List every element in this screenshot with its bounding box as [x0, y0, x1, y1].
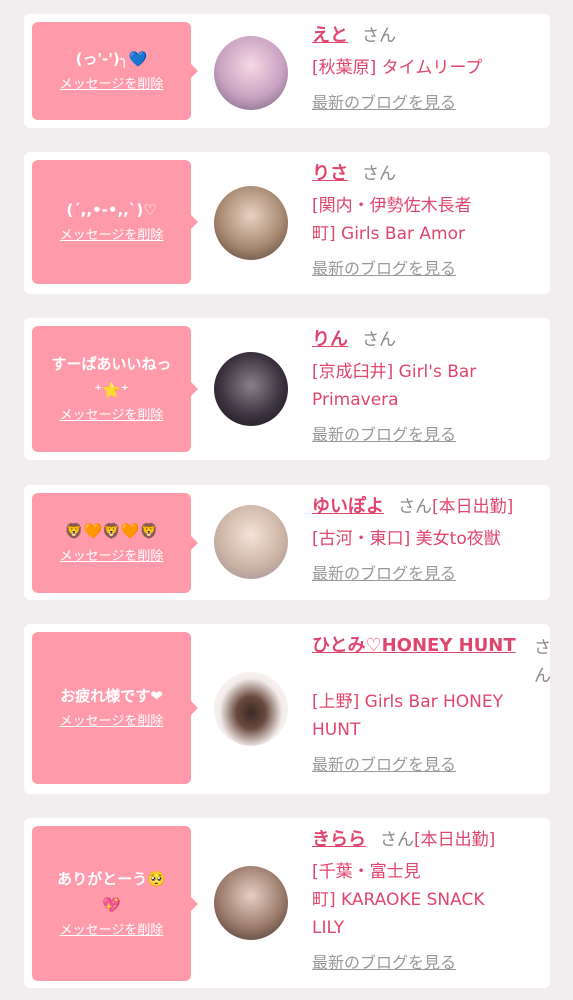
- avatar[interactable]: [214, 505, 288, 579]
- message-text: (´,,•-•,,`)♡: [66, 201, 157, 219]
- avatar[interactable]: [214, 36, 288, 110]
- message-bubble: (っ'-')╮💙 メッセージを削除: [32, 22, 198, 120]
- message-text: すーぱあいいねっ ⁺⭐⁺: [51, 355, 172, 399]
- shop-info: [千葉・富士見 町] KARAOKE SNACK LILY: [312, 862, 485, 938]
- message-text: (っ'-')╮💙: [75, 50, 148, 68]
- latest-blog-link[interactable]: 最新のブログを見る: [312, 92, 456, 114]
- cast-name-link[interactable]: りさ: [312, 163, 348, 184]
- honorific: さ ん: [534, 638, 551, 686]
- shop-info: [古河・東口] 美女to夜獣: [312, 529, 501, 549]
- cast-name-link[interactable]: ゆいぽよ: [312, 496, 384, 517]
- shop-info: [上野] Girls Bar HONEY HUNT: [312, 692, 504, 740]
- latest-blog-link[interactable]: 最新のブログを見る: [312, 424, 456, 446]
- delete-message-link[interactable]: メッセージを削除: [60, 711, 164, 733]
- cast-name-link[interactable]: りん: [312, 329, 348, 350]
- message-card: すーぱあいいねっ ⁺⭐⁺ メッセージを削除 りん さん [京成臼井] Girl's…: [24, 318, 550, 460]
- honorific: さん: [380, 830, 414, 850]
- latest-blog-link[interactable]: 最新のブログを見る: [312, 258, 456, 280]
- honorific: さん: [398, 497, 432, 517]
- delete-message-link[interactable]: メッセージを削除: [60, 74, 164, 96]
- message-card: ありがとーう🥺 💖 メッセージを削除 きらら さん[本日出勤] [千葉・富士見 町…: [24, 818, 550, 988]
- message-text: お疲れ様です❤: [60, 687, 163, 705]
- delete-message-link[interactable]: メッセージを削除: [60, 920, 164, 942]
- work-status: [本日出勤]: [432, 497, 514, 517]
- message-card: お疲れ様です❤ メッセージを削除 ひとみ♡HONEY HUNT さ ん [上野] …: [24, 624, 551, 794]
- message-bubble: お疲れ様です❤ メッセージを削除: [32, 632, 198, 784]
- message-bubble: すーぱあいいねっ ⁺⭐⁺ メッセージを削除: [32, 326, 198, 452]
- avatar[interactable]: [214, 352, 288, 426]
- message-text: ありがとーう🥺 💖: [57, 869, 166, 914]
- delete-message-link[interactable]: メッセージを削除: [60, 405, 164, 427]
- avatar[interactable]: [214, 672, 288, 746]
- shop-info: [秋葉原] タイムリープ: [312, 58, 483, 78]
- honorific: さん: [362, 330, 396, 350]
- avatar[interactable]: [214, 866, 288, 940]
- shop-info: [関内・伊勢佐木長者 町] Girls Bar Amor: [312, 196, 472, 244]
- cast-name-link[interactable]: ひとみ♡HONEY HUNT: [312, 635, 516, 656]
- message-bubble: ありがとーう🥺 💖 メッセージを削除: [32, 826, 198, 981]
- message-text: 🦁🧡🦁🧡🦁: [64, 522, 159, 540]
- message-bubble: (´,,•-•,,`)♡ メッセージを削除: [32, 160, 198, 284]
- message-bubble: 🦁🧡🦁🧡🦁 メッセージを削除: [32, 493, 198, 593]
- cast-name-link[interactable]: えと: [312, 25, 348, 46]
- latest-blog-link[interactable]: 最新のブログを見る: [312, 952, 456, 974]
- shop-info: [京成臼井] Girl's Bar Primavera: [312, 362, 477, 410]
- latest-blog-link[interactable]: 最新のブログを見る: [312, 563, 456, 585]
- message-card: (っ'-')╮💙 メッセージを削除 えと さん [秋葉原] タイムリープ 最新のブ…: [24, 14, 550, 128]
- latest-blog-link[interactable]: 最新のブログを見る: [312, 754, 456, 776]
- delete-message-link[interactable]: メッセージを削除: [60, 546, 164, 568]
- message-card: 🦁🧡🦁🧡🦁 メッセージを削除 ゆいぽよ さん[本日出勤] [古河・東口] 美女to…: [24, 485, 550, 600]
- honorific: さん: [362, 164, 396, 184]
- honorific: さん: [362, 26, 396, 46]
- delete-message-link[interactable]: メッセージを削除: [60, 225, 164, 247]
- work-status: [本日出勤]: [414, 830, 496, 850]
- avatar[interactable]: [214, 186, 288, 260]
- message-card: (´,,•-•,,`)♡ メッセージを削除 りさ さん [関内・伊勢佐木長者 町]…: [24, 152, 550, 294]
- cast-name-link[interactable]: きらら: [312, 829, 366, 850]
